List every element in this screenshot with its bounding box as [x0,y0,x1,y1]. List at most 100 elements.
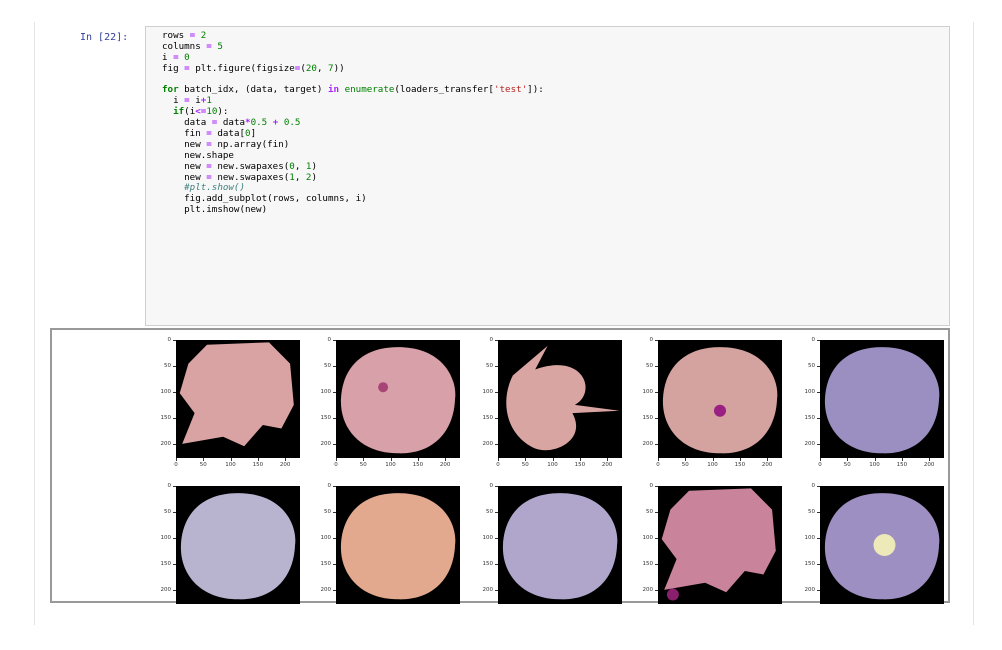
ytick [495,563,498,565]
ytick-label: 150 [320,414,332,421]
xtick [685,458,687,461]
ytick-label: 200 [160,586,172,593]
xtick-label: 150 [896,462,908,468]
ytick [333,365,336,367]
ytick-label: 50 [808,362,815,369]
code-line: new = new.swapaxes(0, 1) [162,160,317,172]
parasite-dot [873,534,896,556]
ytick-label: 100 [160,534,172,541]
ytick [333,563,336,565]
cell-shape [661,488,776,593]
xtick [579,458,581,461]
ytick-label: 150 [642,414,654,421]
xtick-label: 0 [496,462,500,468]
ytick [655,537,658,539]
xtick [739,458,741,461]
ytick [817,443,820,445]
ytick [333,340,336,341]
cell-shape [502,493,618,600]
ytick-label: 100 [320,388,332,395]
ytick [495,511,498,513]
xtick [390,458,392,461]
ytick-label: 150 [642,560,654,567]
xtick [417,458,419,461]
xtick [847,458,849,461]
xtick [658,458,659,461]
xtick [820,458,821,461]
xtick [285,458,287,461]
xtick-label: 0 [818,462,822,468]
ytick [333,589,336,591]
ytick [333,417,336,419]
ytick [173,443,176,445]
ytick-label: 200 [804,586,816,593]
code-line: for batch_idx, (data, target) in enumera… [162,84,544,96]
xtick-label: 0 [334,462,338,468]
ytick-label: 200 [804,440,816,447]
ytick-label: 100 [320,534,332,541]
ytick [495,537,498,539]
xtick [929,458,931,461]
parasite-dot [714,404,726,417]
xtick-label: 0 [174,462,178,468]
ytick [817,340,820,341]
ytick [173,486,176,487]
ytick-label: 200 [320,586,332,593]
code-line: fig = plt.figure(figsize=(20, 7)) [162,62,345,74]
ytick-label: 100 [642,388,654,395]
cell-image-icon [336,486,460,604]
code-input-area[interactable]: rows = 2 columns = 5i = 0 fig = plt.figure… [145,26,950,326]
xtick [552,458,554,461]
xtick-label: 200 [601,462,613,468]
ytick [655,589,658,591]
cell-shape [662,347,778,454]
xtick-label: 50 [359,462,367,468]
xtick [336,458,337,461]
ytick [817,589,820,591]
xtick [874,458,876,461]
ytick [495,589,498,591]
ytick-label: 0 [327,337,332,343]
ytick-label: 50 [486,508,493,515]
ytick-label: 50 [646,362,653,369]
code-editor[interactable]: rows = 2 columns = 5i = 0 fig = plt.figure… [162,30,544,216]
xtick [230,458,232,461]
cell-shape [180,493,296,600]
xtick-label: 50 [199,462,207,468]
cell-image-icon [176,340,300,458]
ytick [173,537,176,539]
ytick-label: 0 [489,337,494,343]
parasite-dot [666,588,679,601]
ytick [173,511,176,513]
xtick-label: 100 [547,462,558,468]
ytick [655,365,658,367]
ytick [173,365,176,367]
xtick-label: 200 [923,462,935,468]
cell-image-icon [820,340,944,458]
xtick [901,458,903,461]
ytick-label: 50 [646,508,653,515]
cell-image-icon [658,340,782,458]
ytick [817,511,820,513]
ytick [817,417,820,419]
ytick [333,443,336,445]
ytick [495,365,498,367]
xtick-label: 150 [412,462,424,468]
ytick-label: 0 [167,337,172,343]
ytick-label: 50 [324,508,331,515]
xtick [712,458,714,461]
ytick-label: 0 [167,483,172,489]
ytick-label: 100 [804,534,816,541]
xtick-label: 50 [521,462,529,468]
xtick-label: 200 [439,462,451,468]
ytick [655,486,658,487]
ytick [173,589,176,591]
ytick [173,417,176,419]
code-line: plt.imshow(new) [162,204,268,216]
xtick [498,458,499,461]
ytick-label: 200 [482,586,494,593]
ytick [817,391,820,393]
xtick-label: 50 [681,462,689,468]
ytick-label: 150 [482,560,494,567]
ytick [173,391,176,393]
